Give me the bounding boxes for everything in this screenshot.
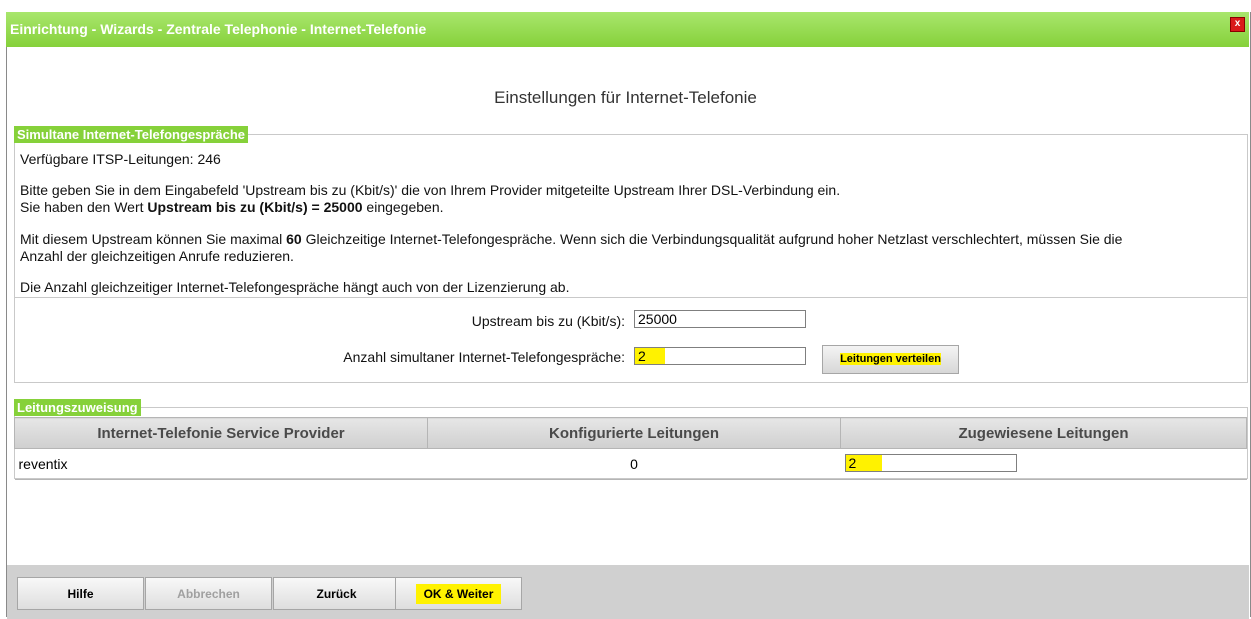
footer-bar: Hilfe Abbrechen Zurück OK & Weiter: [7, 565, 1249, 619]
entered-value-bold: Upstream bis zu (Kbit/s) = 25000: [147, 199, 363, 215]
page-title: Einstellungen für Internet-Telefonie: [494, 88, 757, 107]
help-button[interactable]: Hilfe: [17, 577, 144, 610]
capacity-text: Mit diesem Upstream können Sie maximal 6…: [20, 231, 1122, 247]
table-row: reventix 0: [14, 448, 1247, 480]
window-title: Einrichtung - Wizards - Zentrale Telepho…: [10, 21, 427, 37]
reduce-calls-text: Anzahl der gleichzeitigen Anrufe reduzie…: [20, 248, 294, 264]
licensing-text: Die Anzahl gleichzeitiger Internet-Telef…: [20, 279, 570, 295]
title-bar: Einrichtung - Wizards - Zentrale Telepho…: [6, 12, 1249, 47]
entered-value-prefix: Sie haben den Wert: [20, 199, 148, 215]
close-icon[interactable]: x: [1230, 17, 1245, 32]
section-legend-simultaneous: Simultane Internet-Telefongespräche: [14, 126, 249, 143]
upstream-instruction-text: Bitte geben Sie in dem Eingabefeld 'Upst…: [20, 182, 841, 198]
entered-value-text: Sie haben den Wert Upstream bis zu (Kbit…: [20, 199, 444, 215]
column-header-provider[interactable]: Internet-Telefonie Service Provider: [14, 417, 428, 449]
entered-value-suffix: eingegeben.: [362, 199, 444, 215]
cell-configured: 0: [427, 448, 841, 480]
available-lines-text: Verfügbare ITSP-Leitungen: 246: [20, 151, 221, 167]
cell-provider: reventix: [14, 448, 428, 480]
assignment-table: Internet-Telefonie Service Provider Konf…: [14, 417, 1247, 480]
ok-next-button[interactable]: OK & Weiter: [395, 577, 522, 610]
simultaneous-calls-label: Anzahl simultaner Internet-Telefongesprä…: [343, 349, 625, 365]
form-section: [14, 297, 1248, 383]
assigned-lines-input[interactable]: [844, 454, 1017, 472]
upstream-input[interactable]: [634, 310, 806, 328]
section-legend-assignment: Leitungszuweisung: [14, 399, 141, 416]
column-header-assigned[interactable]: Zugewiesene Leitungen: [840, 417, 1247, 449]
distribute-lines-button[interactable]: Leitungen verteilen: [822, 345, 959, 374]
column-header-configured[interactable]: Konfigurierte Leitungen: [427, 417, 841, 449]
table-header-row: Internet-Telefonie Service Provider Konf…: [14, 417, 1247, 449]
ok-next-label: OK & Weiter: [415, 584, 502, 604]
cell-assigned: [840, 448, 1247, 480]
cancel-button[interactable]: Abbrechen: [145, 577, 272, 610]
back-button[interactable]: Zurück: [273, 577, 400, 610]
upstream-label: Upstream bis zu (Kbit/s):: [471, 313, 625, 329]
simultaneous-calls-input[interactable]: [634, 347, 806, 365]
distribute-lines-label: Leitungen verteilen: [840, 353, 941, 365]
capacity-prefix: Mit diesem Upstream können Sie maximal: [20, 231, 287, 247]
capacity-suffix: Gleichzeitige Internet-Telefongespräche.…: [301, 231, 1123, 247]
capacity-number: 60: [286, 231, 302, 247]
